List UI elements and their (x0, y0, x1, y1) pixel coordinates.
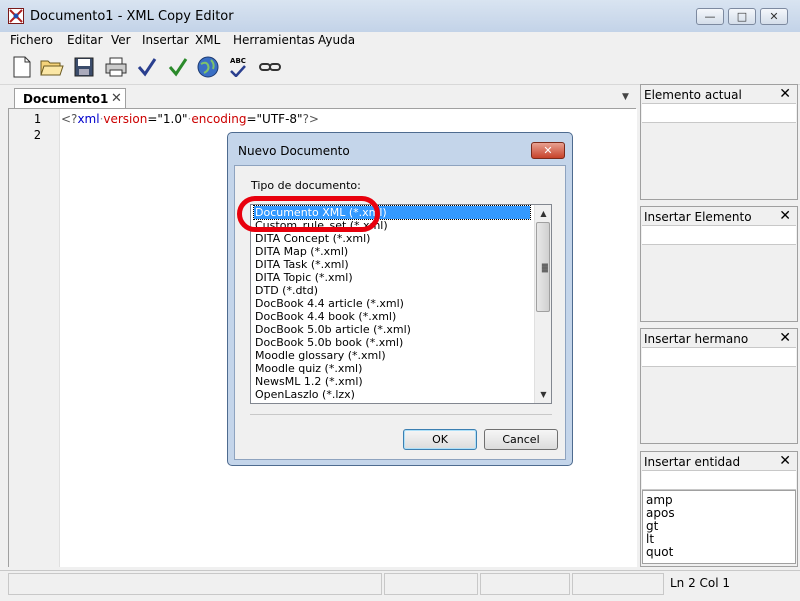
xml-val-version: "1.0" (157, 112, 188, 126)
list-item[interactable]: NewsML 1.2 (*.xml) (254, 375, 530, 388)
menu-ayuda[interactable]: Ayuda (318, 33, 355, 47)
menu-fichero[interactable]: Fichero (10, 33, 53, 47)
entity-list: amp apos gt lt quot (642, 490, 796, 564)
panel-close-icon[interactable]: ✕ (779, 86, 791, 102)
entity-item[interactable]: lt (646, 532, 654, 546)
highlight-annotation (237, 196, 380, 232)
maximize-button[interactable]: □ (728, 8, 756, 25)
status-section (572, 573, 664, 595)
new-document-dialog: Nuevo Documento ✕ Tipo de documento: Doc… (227, 132, 573, 466)
panel-close-icon[interactable]: ✕ (779, 330, 791, 346)
xml-attr-encoding: encoding (191, 112, 247, 126)
tab-documento1[interactable]: Documento1 ✕ (14, 88, 126, 108)
line-number: 2 (33, 128, 41, 142)
open-folder-icon[interactable] (40, 55, 64, 79)
tab-dropdown-icon[interactable]: ▼ (622, 92, 629, 102)
panel-close-icon[interactable]: ✕ (779, 208, 791, 224)
minimize-button[interactable]: — (696, 8, 724, 25)
menu-xml[interactable]: XML (195, 33, 220, 47)
panel-close-icon[interactable]: ✕ (779, 453, 791, 469)
dialog-divider (250, 414, 552, 415)
status-section (384, 573, 478, 595)
entity-item[interactable]: apos (646, 506, 675, 520)
spellcheck-label: ABC (230, 57, 246, 65)
panel-insert-entity: Insertar entidad ✕ amp apos gt lt quot (640, 451, 798, 567)
dialog-title: Nuevo Documento (238, 144, 350, 158)
window-close-button[interactable]: ✕ (760, 8, 788, 25)
menu-editar[interactable]: Editar (67, 33, 103, 47)
cancel-button[interactable]: Cancel (484, 429, 558, 450)
list-item[interactable]: DITA Task (*.xml) (254, 258, 530, 271)
list-item[interactable]: DITA Concept (*.xml) (254, 232, 530, 245)
scroll-up-icon[interactable]: ▲ (535, 205, 551, 222)
check-wellformed-icon[interactable] (135, 55, 159, 79)
panel-content[interactable] (642, 470, 796, 490)
tab-close-icon[interactable]: ✕ (111, 91, 122, 106)
scroll-down-icon[interactable]: ▼ (535, 386, 551, 403)
xml-val-encoding: "UTF-8" (256, 112, 303, 126)
list-item[interactable]: DITA Map (*.xml) (254, 245, 530, 258)
xml-decl-close: ?> (302, 112, 319, 126)
status-section (480, 573, 570, 595)
list-scrollbar[interactable]: ▲ ▬ ▬ ▬ ▼ (534, 205, 551, 403)
menu-insertar[interactable]: Insertar (142, 33, 189, 47)
list-item[interactable]: Moodle quiz (*.xml) (254, 362, 530, 375)
title-bar[interactable]: Documento1 - XML Copy Editor — □ ✕ (0, 0, 800, 33)
list-item[interactable]: DocBook 5.0b article (*.xml) (254, 323, 530, 336)
app-icon (8, 8, 24, 24)
xml-decl-open: <? (61, 112, 78, 126)
xml-tag: xml (77, 112, 100, 126)
status-section (8, 573, 382, 595)
panel-content[interactable] (642, 225, 796, 245)
panel-insert-sibling: Insertar hermano ✕ (640, 328, 798, 444)
entity-item[interactable]: gt (646, 519, 658, 533)
dialog-close-button[interactable]: ✕ (531, 142, 565, 159)
browser-icon[interactable] (196, 55, 220, 79)
editor-tab-strip: Documento1 ✕ ▼ (8, 86, 636, 109)
line-number-gutter: 1 2 (9, 109, 60, 567)
link-icon[interactable] (258, 55, 282, 79)
scroll-thumb[interactable]: ▬ ▬ ▬ (536, 222, 550, 312)
validate-icon[interactable] (166, 55, 190, 79)
panel-title: Insertar hermano (644, 332, 749, 346)
panel-insert-element: Insertar Elemento ✕ (640, 206, 798, 322)
menu-herramientas[interactable]: Herramientas (233, 33, 315, 47)
panel-current-element: Elemento actual ✕ (640, 84, 798, 200)
toolbar: ABC (0, 50, 800, 85)
tab-label: Documento1 (23, 92, 109, 106)
document-type-list[interactable]: Documento XML (*.xml) Custom_rule_set (*… (250, 204, 552, 404)
xml-eq: = (147, 112, 158, 126)
xml-eq: = (246, 112, 257, 126)
xml-attr-version: version (103, 112, 148, 126)
list-item[interactable]: DTD (*.dtd) (254, 284, 530, 297)
code-line: <?xml·version="1.0"·encoding="UTF-8"?> (61, 112, 319, 126)
print-icon[interactable] (104, 55, 128, 79)
panel-title: Insertar entidad (644, 455, 741, 469)
panel-content[interactable] (642, 347, 796, 367)
panel-title: Insertar Elemento (644, 210, 752, 224)
cursor-position: Ln 2 Col 1 (670, 576, 731, 590)
menu-ver[interactable]: Ver (111, 33, 131, 47)
status-bar: Ln 2 Col 1 (0, 570, 800, 601)
spellcheck-icon[interactable]: ABC (226, 55, 250, 79)
ok-button[interactable]: OK (403, 429, 477, 450)
line-number: 1 (33, 112, 41, 126)
grip-icon: ▬ ▬ ▬ (541, 260, 549, 275)
list-item[interactable]: DocBook 5.0b book (*.xml) (254, 336, 530, 349)
menu-bar: Fichero Editar Ver Insertar XML Herramie… (0, 32, 800, 50)
list-item[interactable]: OpenLaszlo (*.lzx) (254, 388, 530, 401)
panel-content[interactable] (642, 103, 796, 123)
list-item[interactable]: DocBook 4.4 article (*.xml) (254, 297, 530, 310)
panel-title: Elemento actual (644, 88, 742, 102)
document-type-label: Tipo de documento: (251, 179, 361, 192)
window-title: Documento1 - XML Copy Editor (30, 9, 234, 24)
entity-item[interactable]: quot (646, 545, 673, 559)
new-document-icon[interactable] (10, 55, 34, 79)
list-item[interactable]: DocBook 4.4 book (*.xml) (254, 310, 530, 323)
list-item[interactable]: DITA Topic (*.xml) (254, 271, 530, 284)
entity-item[interactable]: amp (646, 493, 673, 507)
save-icon[interactable] (72, 55, 96, 79)
list-item[interactable]: Moodle glossary (*.xml) (254, 349, 530, 362)
